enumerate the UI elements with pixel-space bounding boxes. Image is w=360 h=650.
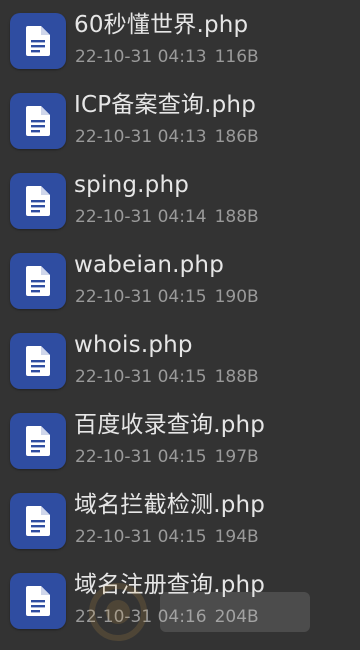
file-row[interactable]: wabeian.php 22-10-31 04:15 190B — [0, 240, 360, 320]
file-row[interactable]: 60秒懂世界.php 22-10-31 04:13 116B — [0, 0, 360, 80]
file-size: 188B — [214, 207, 259, 227]
file-date: 22-10-31 04:14 — [75, 207, 207, 227]
document-file-icon — [10, 13, 66, 69]
file-meta: 22-10-31 04:16 204B — [75, 606, 259, 628]
file-name: wabeian.php — [74, 252, 225, 278]
document-file-icon — [10, 493, 66, 549]
file-row[interactable]: 域名拦截检测.php 22-10-31 04:15 194B — [0, 480, 360, 560]
file-name: 域名注册查询.php — [74, 572, 266, 598]
file-row[interactable]: ICP备案查询.php 22-10-31 04:13 186B — [0, 80, 360, 160]
file-size: 186B — [214, 127, 259, 147]
file-meta: 22-10-31 04:14 188B — [75, 206, 259, 228]
file-meta: 22-10-31 04:15 188B — [75, 366, 259, 388]
file-size: 188B — [214, 367, 259, 387]
file-name: 域名拦截检测.php — [74, 492, 266, 518]
file-meta: 22-10-31 04:13 186B — [75, 126, 259, 148]
file-date: 22-10-31 04:16 — [75, 607, 207, 627]
document-file-icon — [10, 93, 66, 149]
file-meta: 22-10-31 04:15 194B — [75, 526, 259, 548]
file-size: 194B — [214, 527, 259, 547]
document-file-icon — [10, 573, 66, 629]
file-name: 百度收录查询.php — [74, 412, 266, 438]
file-row[interactable]: sping.php 22-10-31 04:14 188B — [0, 160, 360, 240]
file-date: 22-10-31 04:15 — [75, 527, 207, 547]
file-date: 22-10-31 04:15 — [75, 367, 207, 387]
file-date: 22-10-31 04:13 — [75, 127, 207, 147]
file-row[interactable]: whois.php 22-10-31 04:15 188B — [0, 320, 360, 400]
file-list: 60秒懂世界.php 22-10-31 04:13 116B ICP备案查询.ph… — [0, 0, 360, 650]
file-meta: 22-10-31 04:15 190B — [75, 286, 259, 308]
document-file-icon — [10, 173, 66, 229]
file-size: 204B — [214, 607, 259, 627]
file-name: sping.php — [74, 172, 190, 198]
file-name: whois.php — [74, 332, 193, 358]
document-file-icon — [10, 253, 66, 309]
file-date: 22-10-31 04:15 — [75, 447, 207, 467]
file-row[interactable]: 百度收录查询.php 22-10-31 04:15 197B — [0, 400, 360, 480]
document-file-icon — [10, 413, 66, 469]
file-meta: 22-10-31 04:15 197B — [75, 446, 259, 468]
file-row[interactable]: 域名注册查询.php 22-10-31 04:16 204B — [0, 560, 360, 640]
file-size: 116B — [214, 47, 259, 67]
file-name: ICP备案查询.php — [74, 92, 256, 118]
file-name: 60秒懂世界.php — [74, 12, 249, 38]
file-meta: 22-10-31 04:13 116B — [75, 46, 259, 68]
file-date: 22-10-31 04:13 — [75, 47, 207, 67]
file-size: 190B — [214, 287, 259, 307]
file-date: 22-10-31 04:15 — [75, 287, 207, 307]
document-file-icon — [10, 333, 66, 389]
file-size: 197B — [214, 447, 259, 467]
